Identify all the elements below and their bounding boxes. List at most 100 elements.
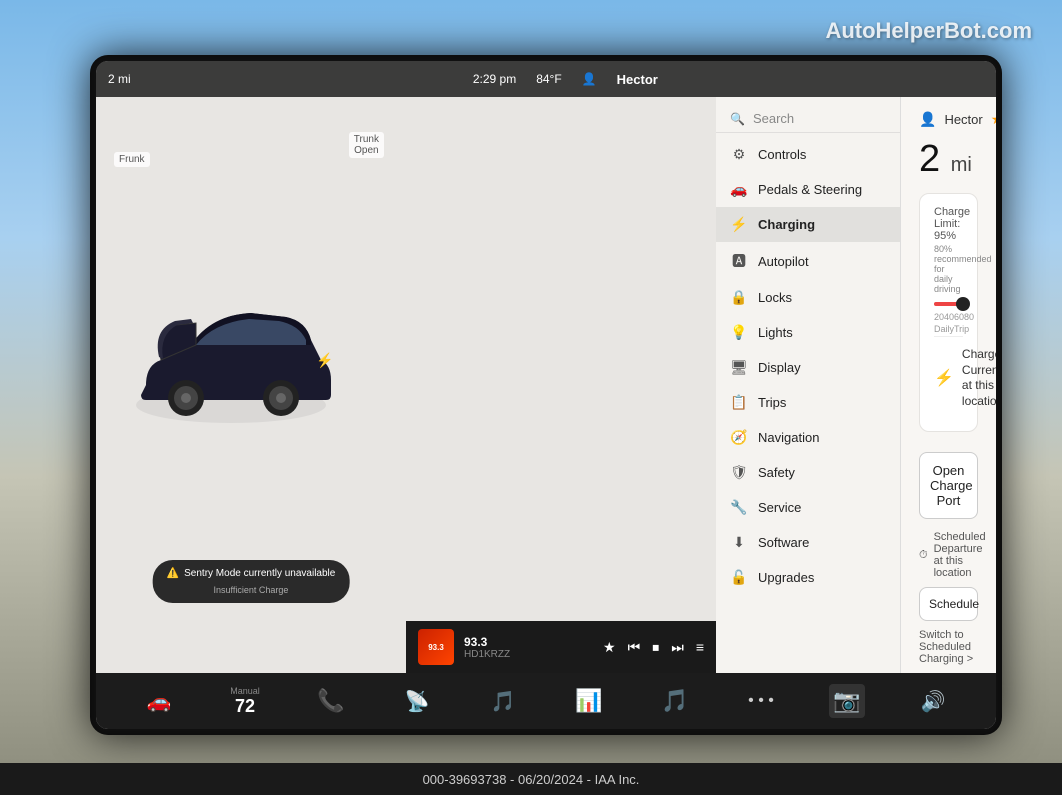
user-header: 👤 Hector ★ 👤 ✕ ⊞ bbox=[919, 111, 978, 128]
menu-item-safety[interactable]: 🛡 Safety bbox=[716, 455, 900, 490]
range-value: 2 bbox=[919, 138, 940, 180]
user-profile-icon: 👤 bbox=[919, 111, 936, 128]
status-user: Hector bbox=[617, 72, 658, 87]
audio-icon: 🎵 bbox=[491, 689, 516, 714]
menu-item-service[interactable]: 🔧 Service bbox=[716, 490, 900, 525]
charge-mode-labels: Daily Trip bbox=[934, 324, 963, 334]
charging-label: Charging bbox=[758, 217, 815, 232]
autopilot-icon: 🅰 bbox=[730, 251, 748, 271]
menu-panel: 🔍 Search ⚙ Controls 🚗 Pedals & Steering … bbox=[716, 97, 901, 673]
phone-icon: 📞 bbox=[317, 688, 344, 714]
charge-slider-thumb[interactable] bbox=[956, 297, 970, 311]
charge-limit-label: Charge Limit: 95% bbox=[934, 206, 963, 242]
pedals-label: Pedals & Steering bbox=[758, 182, 862, 197]
software-icon: ⬇ bbox=[730, 534, 748, 551]
menu-item-controls[interactable]: ⚙ Controls bbox=[716, 137, 900, 172]
charge-limit-sub: 80% recommended for daily driving bbox=[934, 244, 963, 294]
upgrades-icon: 🔓 bbox=[730, 569, 748, 586]
main-content: Frunk TrunkOpen bbox=[96, 97, 996, 673]
menu-item-trips[interactable]: 📋 Trips bbox=[716, 385, 900, 420]
charge-slider-labels: 20 40 60 80 bbox=[934, 312, 963, 322]
software-label: Software bbox=[758, 535, 809, 550]
taskbar-volume[interactable]: 🔊 bbox=[890, 689, 976, 714]
music-controls[interactable]: ★ ⏮ ⏹ ⏭ ≡ bbox=[603, 639, 704, 656]
sentry-warning-text: Sentry Mode currently unavailable bbox=[184, 568, 335, 579]
taskbar-phone[interactable]: 📞 bbox=[288, 688, 374, 714]
menu-item-lights[interactable]: 💡 Lights bbox=[716, 315, 900, 350]
taskbar-car[interactable]: 🚗 bbox=[116, 689, 202, 714]
range-unit: mi bbox=[951, 154, 972, 176]
album-art: 93.3 bbox=[418, 629, 454, 665]
lights-icon: 💡 bbox=[730, 324, 748, 341]
status-temp: 84°F bbox=[536, 72, 561, 86]
taskbar-equalizer[interactable]: 📊 bbox=[546, 688, 632, 714]
controls-icon: ⚙ bbox=[730, 146, 748, 163]
schedule-button[interactable]: Schedule bbox=[919, 587, 978, 621]
menu-item-upgrades[interactable]: 🔓 Upgrades bbox=[716, 560, 900, 595]
tesla-screen: 2 mi 2:29 pm 84°F 👤 Hector Frunk TrunkOp… bbox=[96, 61, 996, 729]
navigation-label: Navigation bbox=[758, 430, 819, 445]
next-button[interactable]: ⏭ bbox=[671, 639, 684, 656]
prev-button[interactable]: ⏮ bbox=[628, 639, 641, 656]
charging-icon: ⚡ bbox=[730, 216, 748, 233]
taskbar: 🚗 Manual 72 📞 📡 🎵 📊 🎵 • • • bbox=[96, 673, 996, 729]
car-icon: 🚗 bbox=[147, 689, 172, 714]
charge-current-icon: ⚡ bbox=[934, 368, 954, 388]
frunk-label: Frunk bbox=[114, 152, 150, 167]
controls-label: Controls bbox=[758, 147, 806, 162]
search-label: Search bbox=[753, 111, 794, 126]
status-time: 2:29 pm bbox=[473, 72, 516, 86]
menu-search[interactable]: 🔍 Search bbox=[716, 105, 900, 133]
equalizer-icon: 📊 bbox=[575, 688, 602, 714]
music-call: HD1KRZZ bbox=[464, 649, 593, 660]
taskbar-more[interactable]: • • • bbox=[718, 692, 804, 710]
favorite-button[interactable]: ★ bbox=[603, 639, 616, 656]
user-name: Hector bbox=[944, 112, 982, 127]
charge-current-label: Charge Current at this location bbox=[962, 347, 996, 409]
user-actions: ★ 👤 ✕ ⊞ bbox=[991, 111, 996, 128]
bottom-bar: 000-39693738 - 06/20/2024 - IAA Inc. bbox=[0, 763, 1062, 795]
screen-bezel: 2 mi 2:29 pm 84°F 👤 Hector Frunk TrunkOp… bbox=[90, 55, 1002, 735]
range-display: 2 mi bbox=[919, 138, 978, 181]
temp-value: 72 bbox=[235, 696, 255, 717]
menu-item-locks[interactable]: 🔒 Locks bbox=[716, 280, 900, 315]
menu-item-autopilot[interactable]: 🅰 Autopilot bbox=[716, 242, 900, 280]
safety-icon: 🛡 bbox=[730, 464, 748, 481]
trip-label: Trip bbox=[954, 324, 969, 334]
slider-mark-80: 80 bbox=[964, 312, 974, 322]
taskbar-wifi[interactable]: 📡 bbox=[374, 689, 460, 714]
upgrades-label: Upgrades bbox=[758, 570, 814, 585]
pedals-icon: 🚗 bbox=[730, 181, 748, 198]
service-icon: 🔧 bbox=[730, 499, 748, 516]
star-icon[interactable]: ★ bbox=[991, 111, 996, 128]
status-bar: 2 mi 2:29 pm 84°F 👤 Hector bbox=[96, 61, 996, 97]
more-icon: • • • bbox=[748, 692, 774, 710]
scheduled-header: ⏱ Scheduled Departure at this location bbox=[919, 531, 978, 579]
music-info: 93.3 HD1KRZZ bbox=[464, 635, 593, 660]
switch-charging-link[interactable]: Switch to Scheduled Charging > bbox=[919, 629, 978, 665]
menu-item-software[interactable]: ⬇ Software bbox=[716, 525, 900, 560]
menu-item-pedals[interactable]: 🚗 Pedals & Steering bbox=[716, 172, 900, 207]
right-panel: 👤 Hector ★ 👤 ✕ ⊞ 2 mi Charge Lim bbox=[901, 97, 996, 673]
music-station: 93.3 bbox=[464, 635, 593, 649]
taskbar-temperature[interactable]: Manual 72 bbox=[202, 686, 288, 717]
charge-slider-track[interactable] bbox=[934, 302, 963, 306]
camera-icon: 📷 bbox=[829, 684, 864, 718]
search-icon: 🔍 bbox=[730, 112, 745, 126]
navigation-icon: 🧭 bbox=[730, 429, 748, 446]
status-user-icon: 👤 bbox=[582, 72, 597, 86]
menu-button[interactable]: ≡ bbox=[696, 639, 704, 655]
scheduled-section: ⏱ Scheduled Departure at this location S… bbox=[919, 531, 978, 665]
menu-item-charging[interactable]: ⚡ Charging bbox=[716, 207, 900, 242]
open-charge-port-button[interactable]: Open Charge Port bbox=[919, 452, 978, 519]
clock-icon: ⏱ bbox=[919, 549, 928, 562]
charge-current-row: ⚡ Charge Current at this location − 32 A… bbox=[934, 336, 963, 419]
taskbar-camera[interactable]: 📷 bbox=[804, 684, 890, 718]
taskbar-music[interactable]: 🎵 bbox=[632, 688, 718, 714]
stop-button[interactable]: ⏹ bbox=[652, 639, 659, 656]
lights-label: Lights bbox=[758, 325, 793, 340]
menu-item-navigation[interactable]: 🧭 Navigation bbox=[716, 420, 900, 455]
taskbar-audio[interactable]: 🎵 bbox=[460, 689, 546, 714]
menu-item-display[interactable]: 🖥 Display bbox=[716, 350, 900, 385]
car-panel: Frunk TrunkOpen bbox=[96, 97, 406, 673]
